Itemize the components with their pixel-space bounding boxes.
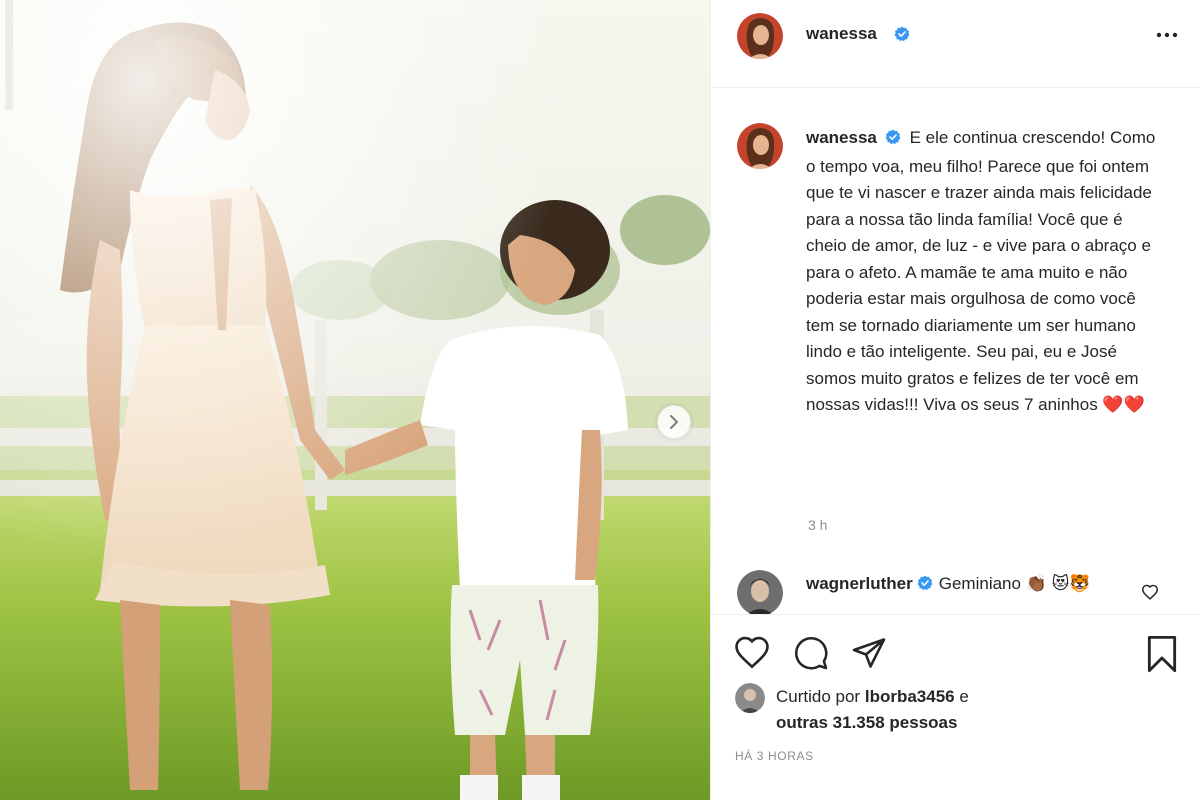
like-comment-heart-icon[interactable]: [1141, 584, 1159, 605]
comment-username[interactable]: wagnerluther: [806, 574, 913, 593]
caption-time[interactable]: 3 h: [808, 517, 827, 533]
comment-text: Geminiano 👏🏾 😻🐯: [938, 574, 1091, 593]
verified-badge-icon: [885, 127, 901, 154]
more-options-icon[interactable]: [1156, 26, 1178, 44]
post-photo[interactable]: [0, 0, 710, 800]
bookmark-icon[interactable]: [1145, 635, 1179, 678]
share-icon[interactable]: [851, 635, 887, 676]
post-caption: wanessa E ele continua crescendo! Como o…: [806, 125, 1166, 419]
caption-author-avatar[interactable]: [737, 123, 783, 169]
post-timestamp[interactable]: HÁ 3 HORAS: [735, 749, 814, 763]
chevron-right-icon: [668, 415, 680, 429]
caption-text: E ele continua crescendo! Como o tempo v…: [806, 128, 1156, 414]
post-header: wanessa: [711, 0, 1200, 88]
likes-count-link[interactable]: outras 31.358 pessoas: [776, 713, 957, 732]
next-photo-button[interactable]: [657, 405, 691, 439]
comments-section[interactable]: wanessa E ele continua crescendo! Como o…: [711, 89, 1200, 614]
commenter-avatar[interactable]: [737, 570, 783, 614]
post-actions: Curtido por lborba3456 e outras 31.358 p…: [711, 614, 1200, 800]
author-avatar[interactable]: [737, 13, 783, 59]
comment-icon[interactable]: [793, 635, 829, 676]
heart-icon[interactable]: [733, 635, 771, 674]
likes-summary: Curtido por lborba3456 e outras 31.358 p…: [776, 684, 1106, 736]
post-side-panel: wanessa wanessa E ele continua crescendo…: [710, 0, 1200, 800]
post-image: [0, 0, 710, 800]
likes-conjunction: e: [959, 687, 969, 706]
verified-badge-icon: [917, 573, 933, 599]
likes-prefix: Curtido por: [776, 687, 861, 706]
liker-username[interactable]: lborba3456: [865, 687, 955, 706]
caption-username[interactable]: wanessa: [806, 128, 877, 147]
author-username[interactable]: wanessa: [806, 24, 877, 44]
liker-avatar[interactable]: [735, 683, 765, 713]
comment: wagnerluther Geminiano 👏🏾 😻🐯: [806, 571, 1136, 599]
verified-badge-icon: [894, 26, 910, 47]
